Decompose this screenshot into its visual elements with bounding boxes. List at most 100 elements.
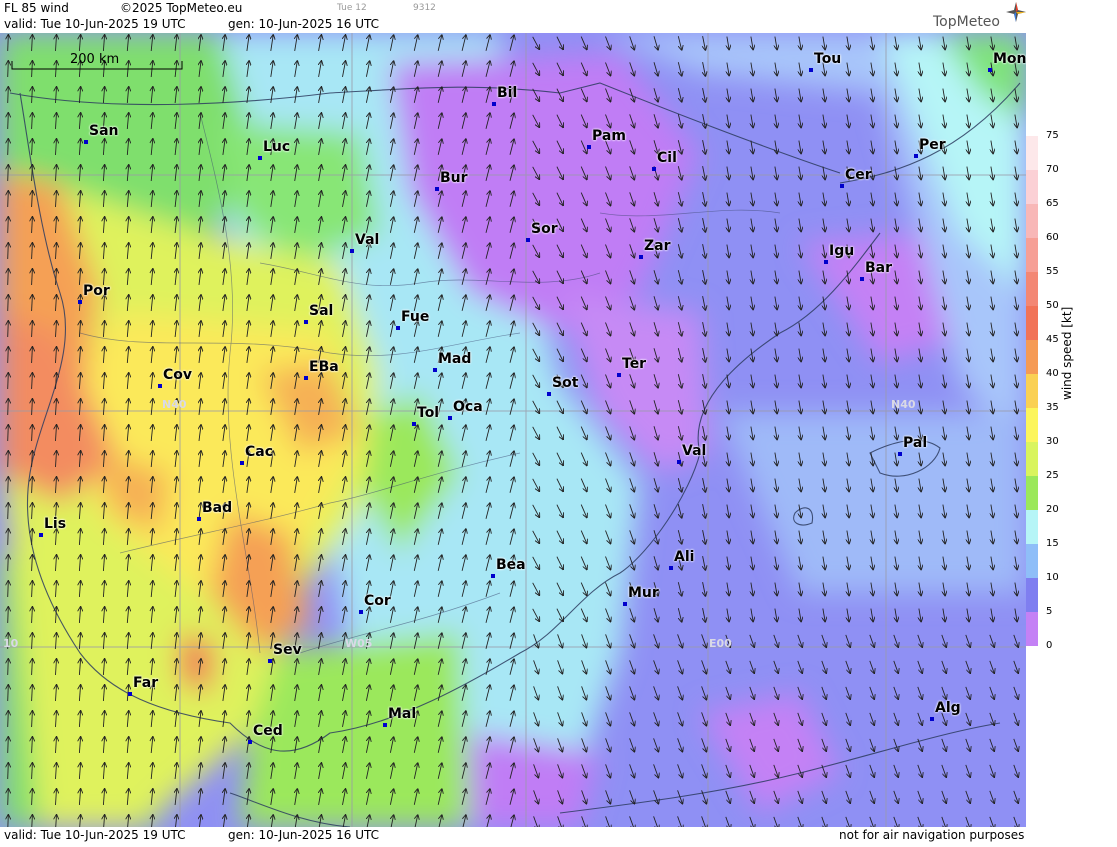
city-label: Bad	[202, 500, 233, 516]
city-marker	[128, 692, 132, 696]
wind-arrow	[8, 581, 9, 598]
legend-title: wind speed [kt]	[1060, 306, 1074, 400]
city-marker	[491, 574, 495, 578]
wind-map-svg	[0, 33, 1026, 827]
wind-map[interactable]	[0, 33, 1026, 827]
valid-time: valid: Tue 10-Jun-2025 19 UTC	[4, 17, 186, 31]
city-label: Bil	[497, 85, 518, 101]
city-marker	[914, 154, 918, 158]
wind-arrow	[8, 763, 9, 780]
wind-arrow	[8, 607, 9, 624]
legend-tick-label: 35	[1046, 402, 1059, 413]
city-label: Tou	[814, 51, 842, 67]
city-marker	[617, 373, 621, 377]
wind-arrow	[8, 139, 9, 156]
wind-arrow	[8, 477, 9, 494]
wind-arrow	[8, 789, 9, 806]
city-label: Bur	[440, 170, 468, 186]
day-tab[interactable]: Tue 12	[337, 0, 367, 16]
legend-color-step	[1026, 272, 1038, 306]
city-marker	[587, 145, 591, 149]
legend-color-step	[1026, 136, 1038, 170]
city-label: Fue	[401, 309, 430, 325]
city-label: Ali	[674, 549, 695, 565]
city-label: San	[89, 123, 119, 139]
wind-arrow	[8, 711, 9, 728]
city-label: Tol	[417, 405, 440, 421]
wind-arrow	[8, 425, 9, 442]
city-marker	[547, 392, 551, 396]
city-label: Far	[133, 675, 159, 691]
topmeteo-logo[interactable]: TopMeteo	[933, 14, 1000, 30]
grid-label-n40-east: N40	[891, 398, 916, 411]
city-label: Mur	[628, 585, 659, 601]
wind-arrow	[8, 685, 9, 702]
grid-label-e00: E00	[709, 637, 732, 650]
city-label: Oca	[453, 399, 483, 415]
legend-tick-label: 50	[1046, 300, 1059, 311]
city-marker	[383, 723, 387, 727]
wind-arrow	[8, 555, 9, 572]
city-marker	[930, 717, 934, 721]
city-marker	[158, 384, 162, 388]
city-label: Bea	[496, 557, 526, 573]
city-label: Sor	[531, 221, 558, 237]
legend-tick-label: 60	[1046, 232, 1059, 243]
legend-tick-label: 75	[1046, 130, 1059, 141]
product-code: 9312	[413, 3, 436, 13]
legend-color-step	[1026, 442, 1038, 476]
wind-arrow	[8, 87, 9, 104]
city-label: Sal	[309, 303, 334, 319]
city-marker	[448, 416, 452, 420]
header-row-2: valid: Tue 10-Jun-2025 19 UTC gen: 10-Ju…	[0, 16, 1026, 32]
city-label: Cor	[364, 593, 391, 609]
city-marker	[988, 68, 992, 72]
legend-tick-label: 30	[1046, 436, 1059, 447]
city-marker	[396, 326, 400, 330]
legend-tick-label: 45	[1046, 334, 1059, 345]
city-label: Mal	[388, 706, 417, 722]
generated-time: gen: 10-Jun-2025 16 UTC	[228, 17, 380, 31]
legend-color-step	[1026, 612, 1038, 646]
city-label: Lis	[44, 516, 67, 532]
city-label: Igu	[829, 243, 855, 259]
wind-arrow	[8, 737, 9, 754]
wind-arrow	[8, 295, 9, 312]
grid-label-w05: W05	[345, 637, 373, 650]
city-label: Pal	[903, 435, 928, 451]
legend-color-step	[1026, 510, 1038, 544]
city-label: Alg	[935, 700, 961, 716]
wind-arrow	[8, 399, 9, 416]
city-marker	[304, 320, 308, 324]
city-marker	[78, 300, 82, 304]
city-marker	[840, 184, 844, 188]
legend-color-step	[1026, 476, 1038, 510]
wind-arrow	[8, 347, 9, 364]
city-marker	[248, 740, 252, 744]
city-marker	[258, 156, 262, 160]
city-label: Luc	[263, 139, 291, 155]
city-marker	[824, 260, 828, 264]
wind-arrow	[8, 165, 9, 182]
footer-row: valid: Tue 10-Jun-2025 19 UTC gen: 10-Ju…	[0, 827, 1026, 843]
header-row-1: FL 85 wind ©2025 TopMeteo.eu Tue 12 9312	[0, 0, 1026, 16]
legend-tick-label: 20	[1046, 504, 1059, 515]
city-label: EBa	[309, 359, 339, 375]
legend-tick-label: 65	[1046, 198, 1059, 209]
wind-arrow	[8, 217, 9, 234]
city-marker	[359, 610, 363, 614]
legend-color-step	[1026, 204, 1038, 238]
legend-panel	[1026, 0, 1117, 843]
wind-arrow	[8, 321, 9, 338]
wind-arrow	[8, 503, 9, 520]
city-marker	[526, 238, 530, 242]
city-marker	[268, 659, 272, 663]
compass-star-icon	[1006, 2, 1026, 22]
city-marker	[435, 187, 439, 191]
city-label: Cer	[845, 167, 872, 183]
city-marker	[669, 566, 673, 570]
legend-tick-label: 55	[1046, 266, 1059, 277]
wind-arrow	[8, 113, 9, 130]
wind-arrow	[8, 243, 9, 260]
city-marker	[84, 140, 88, 144]
